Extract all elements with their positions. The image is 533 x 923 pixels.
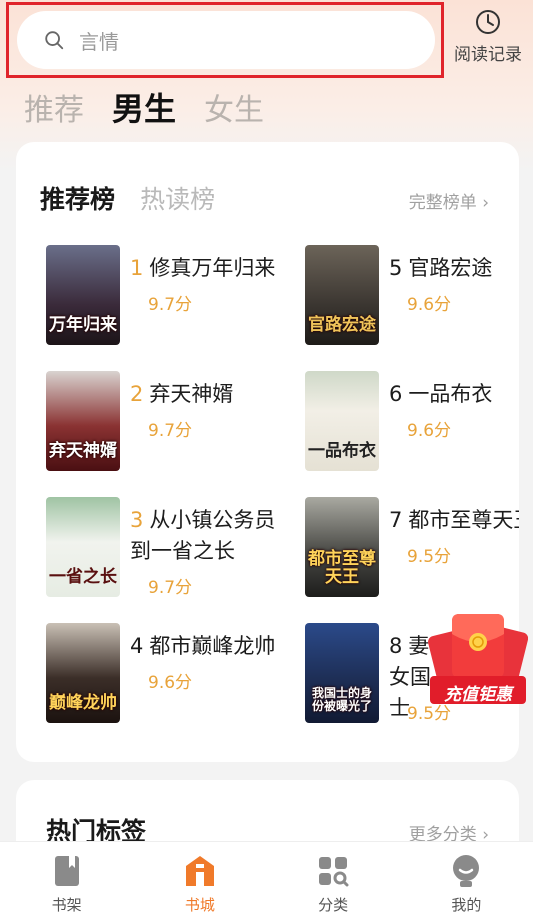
category-icon <box>319 857 349 887</box>
book-title: 6 一品布衣 <box>389 382 493 406</box>
tab-recommend[interactable]: 推荐 <box>24 85 84 129</box>
book-cover: 官路宏途 <box>305 245 379 345</box>
nav-label: 书架 <box>51 896 82 914</box>
book-score: 9.6分 <box>148 673 193 693</box>
bookstore-icon <box>185 856 214 886</box>
book-score: 9.7分 <box>148 295 193 315</box>
book-title: 5 官路宏途 <box>389 256 493 280</box>
search-highlight: 言情 <box>6 2 444 78</box>
nav-bookstore[interactable]: 书城 <box>133 842 266 923</box>
book-cover: 一品布衣 <box>305 371 379 471</box>
book-item[interactable]: 弃天神婿 2 弃天神婿 9.7分 <box>46 371 286 481</box>
reading-history-button[interactable]: 阅读记录 <box>448 8 528 65</box>
book-title: 3 从小镇公务员到一省之长 <box>130 508 276 563</box>
book-title: 7都市至尊天王 <box>389 508 519 532</box>
nav-bookshelf[interactable]: 书架 <box>0 842 133 923</box>
search-icon <box>45 31 64 50</box>
tab-recommend-list[interactable]: 推荐榜 <box>40 185 115 214</box>
book-item[interactable]: 一品布衣 6 一品布衣 9.6分 <box>305 371 519 481</box>
nav-label: 我的 <box>451 896 482 914</box>
book-item[interactable]: 万年归来 1 修真万年归来 9.7分 <box>46 245 286 355</box>
recharge-promo-button[interactable]: 充值钜惠 <box>428 610 529 710</box>
book-cover: 万年归来 <box>46 245 120 345</box>
bookshelf-icon <box>54 856 79 886</box>
search-placeholder: 言情 <box>79 29 119 54</box>
book-title: 1 修真万年归来 <box>130 256 276 280</box>
reading-history-label: 阅读记录 <box>454 45 522 65</box>
book-item[interactable]: 官路宏途 5 官路宏途 9.6分 <box>305 245 519 355</box>
tab-hot-list[interactable]: 热读榜 <box>140 185 215 214</box>
book-score: 9.5分 <box>407 547 452 567</box>
channel-tabs: 推荐 男生 女生 <box>24 84 292 130</box>
search-input[interactable]: 言情 <box>17 11 435 69</box>
nav-label: 分类 <box>318 896 349 914</box>
book-title: 4 都市巅峰龙帅 <box>130 634 276 658</box>
book-cover: 弃天神婿 <box>46 371 120 471</box>
book-score: 9.6分 <box>407 295 452 315</box>
nav-category[interactable]: 分类 <box>267 842 400 923</box>
full-list-link[interactable]: 完整榜单 › <box>409 188 489 213</box>
ranking-header: 推荐榜 热读榜 完整榜单 › <box>40 180 489 220</box>
promo-label: 充值钜惠 <box>444 685 512 705</box>
book-item[interactable]: 巅峰龙帅 4 都市巅峰龙帅 9.6分 <box>46 623 286 733</box>
book-score: 9.7分 <box>148 421 193 441</box>
book-score: 9.6分 <box>407 421 452 441</box>
book-cover: 我国士的身份被曝光了 <box>305 623 379 723</box>
book-item[interactable]: 都市至尊天王 7都市至尊天王 9.5分 <box>305 497 519 607</box>
nav-profile[interactable]: 我的 <box>400 842 533 923</box>
tab-male[interactable]: 男生 <box>112 84 176 130</box>
bottom-nav: 书架 书城 分类 我的 <box>0 841 533 923</box>
nav-label: 书城 <box>184 896 215 914</box>
book-title: 2 弃天神婿 <box>130 382 234 406</box>
book-cover: 一省之长 <box>46 497 120 597</box>
book-cover: 都市至尊天王 <box>305 497 379 597</box>
book-item[interactable]: 一省之长 3 从小镇公务员到一省之长 9.7分 <box>46 497 286 607</box>
profile-icon <box>453 855 480 887</box>
book-cover: 巅峰龙帅 <box>46 623 120 723</box>
clock-icon <box>476 10 500 34</box>
book-score: 9.7分 <box>148 578 193 598</box>
tab-female[interactable]: 女生 <box>204 85 264 129</box>
